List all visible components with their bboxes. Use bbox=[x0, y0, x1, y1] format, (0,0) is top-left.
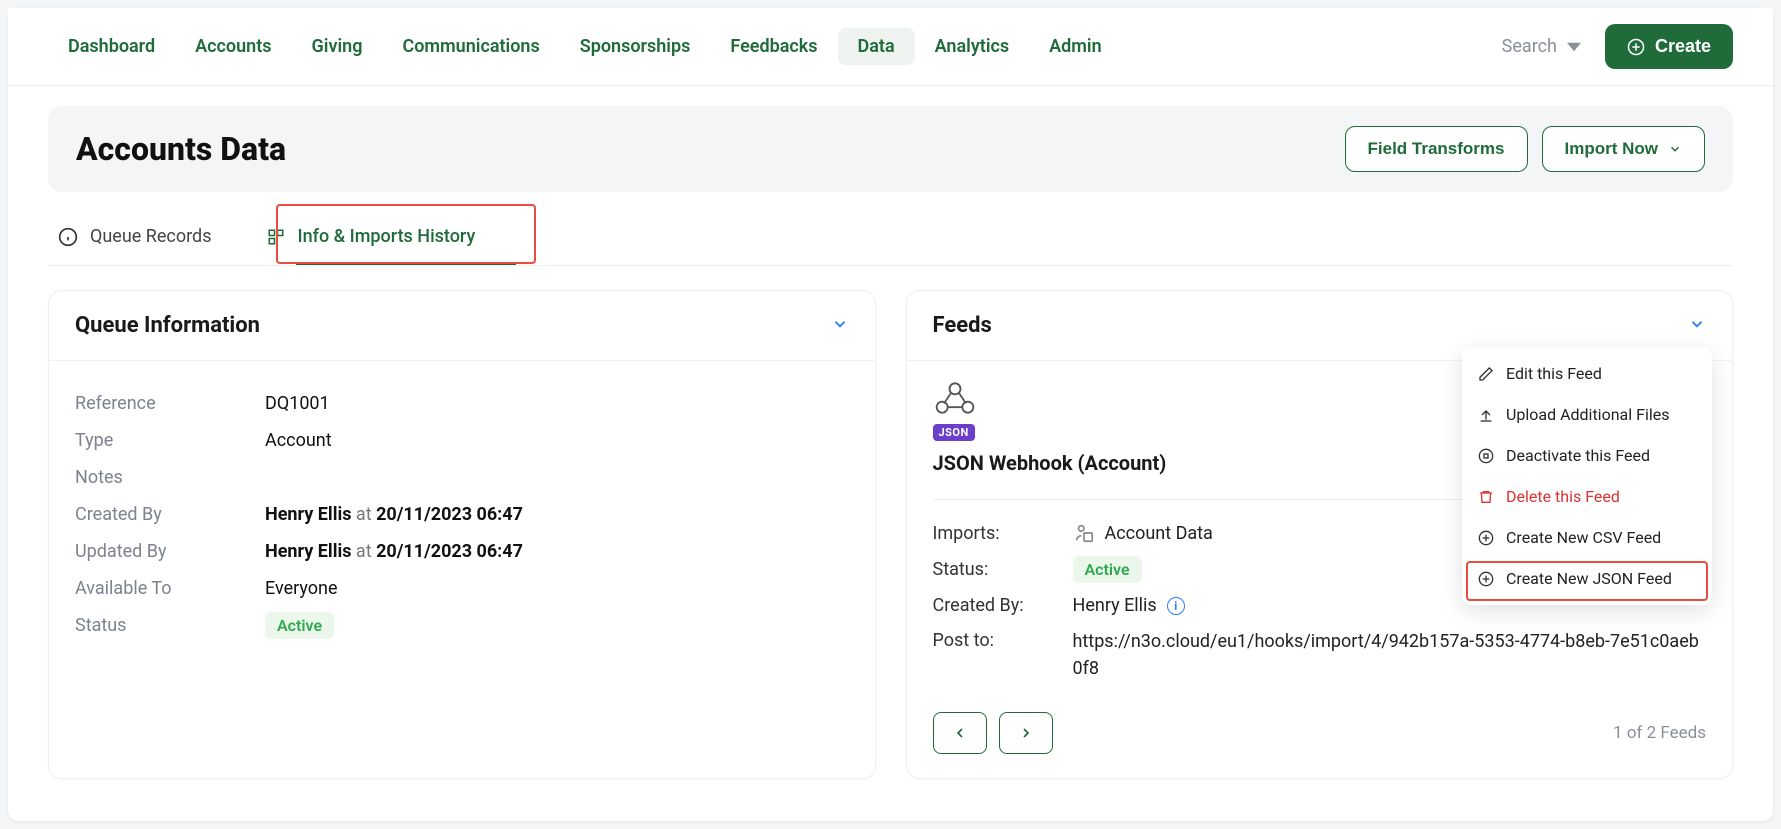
queue-information-card: Queue Information Reference DQ1001 Type … bbox=[48, 290, 876, 779]
updated-by-time: 20/11/2023 06:47 bbox=[376, 541, 523, 562]
dd-create-json[interactable]: Create New JSON Feed bbox=[1462, 558, 1712, 599]
label-type: Type bbox=[75, 430, 265, 451]
tab-queue-records-label: Queue Records bbox=[90, 226, 211, 247]
tab-info-imports[interactable]: Info & Imports History bbox=[257, 216, 493, 265]
upload-icon bbox=[1478, 407, 1494, 423]
status-badge: Active bbox=[265, 612, 334, 639]
feeds-title: Feeds bbox=[933, 313, 992, 338]
page-header: Accounts Data Field Transforms Import No… bbox=[48, 106, 1733, 192]
label-reference: Reference bbox=[75, 393, 265, 414]
created-by-time: 20/11/2023 06:47 bbox=[376, 504, 523, 525]
updated-by-at: at bbox=[351, 541, 376, 562]
created-by-name: Henry Ellis bbox=[265, 504, 351, 525]
chevron-left-icon bbox=[952, 725, 968, 741]
label-post-to: Post to: bbox=[933, 628, 1073, 651]
dd-deactivate-feed[interactable]: Deactivate this Feed bbox=[1462, 435, 1712, 476]
nav-admin[interactable]: Admin bbox=[1029, 28, 1122, 65]
chevron-down-icon bbox=[1668, 142, 1682, 156]
grid-icon bbox=[267, 228, 285, 246]
field-transforms-button[interactable]: Field Transforms bbox=[1345, 126, 1528, 172]
top-nav: Dashboard Accounts Giving Communications… bbox=[8, 8, 1773, 86]
label-feed-created-by: Created By: bbox=[933, 595, 1073, 616]
nav-analytics[interactable]: Analytics bbox=[915, 28, 1030, 65]
field-transforms-label: Field Transforms bbox=[1368, 139, 1505, 159]
json-tag: JSON bbox=[933, 424, 975, 441]
search-label: Search bbox=[1502, 36, 1557, 57]
created-by-at: at bbox=[351, 504, 376, 525]
plus-circle-icon bbox=[1478, 571, 1494, 587]
value-reference: DQ1001 bbox=[265, 393, 330, 414]
trash-icon bbox=[1478, 489, 1494, 505]
dd-upload-files[interactable]: Upload Additional Files bbox=[1462, 394, 1712, 435]
info-tooltip-icon[interactable]: i bbox=[1167, 597, 1185, 615]
create-button[interactable]: Create bbox=[1605, 24, 1733, 69]
pager-prev-button[interactable] bbox=[933, 712, 987, 754]
label-imports: Imports: bbox=[933, 523, 1073, 544]
value-post-to: https://n3o.cloud/eu1/hooks/import/4/942… bbox=[1073, 628, 1707, 682]
tab-queue-records[interactable]: Queue Records bbox=[48, 216, 229, 265]
chevron-right-icon bbox=[1018, 725, 1034, 741]
dd-deactivate-label: Deactivate this Feed bbox=[1506, 446, 1650, 465]
dd-delete-feed[interactable]: Delete this Feed bbox=[1462, 476, 1712, 517]
dd-delete-label: Delete this Feed bbox=[1506, 487, 1620, 506]
pager-status: 1 of 2 Feeds bbox=[1613, 723, 1706, 743]
nav-communications[interactable]: Communications bbox=[382, 28, 559, 65]
pager-next-button[interactable] bbox=[999, 712, 1053, 754]
nav-sponsorships[interactable]: Sponsorships bbox=[560, 28, 711, 65]
dd-edit-feed[interactable]: Edit this Feed bbox=[1462, 353, 1712, 394]
value-imports: Account Data bbox=[1105, 523, 1213, 544]
label-feed-status: Status: bbox=[933, 559, 1073, 580]
dd-create-csv[interactable]: Create New CSV Feed bbox=[1462, 517, 1712, 558]
plus-circle-icon bbox=[1627, 38, 1645, 56]
pencil-icon bbox=[1478, 366, 1494, 382]
label-notes: Notes bbox=[75, 467, 265, 488]
label-created-by: Created By bbox=[75, 504, 265, 525]
person-data-icon bbox=[1073, 522, 1095, 544]
feed-status-badge: Active bbox=[1073, 556, 1142, 583]
chevron-down-icon bbox=[1688, 315, 1706, 333]
value-created-by: Henry Ellis at 20/11/2023 06:47 bbox=[265, 504, 523, 525]
caret-down-icon bbox=[1567, 40, 1581, 54]
nav-accounts[interactable]: Accounts bbox=[175, 28, 291, 65]
page-title: Accounts Data bbox=[76, 130, 286, 168]
dd-create-csv-label: Create New CSV Feed bbox=[1506, 528, 1661, 547]
dd-create-json-label: Create New JSON Feed bbox=[1506, 569, 1672, 588]
nav-data[interactable]: Data bbox=[838, 28, 915, 65]
tab-info-imports-label: Info & Imports History bbox=[297, 226, 475, 247]
label-status: Status bbox=[75, 615, 265, 636]
plus-circle-icon bbox=[1478, 530, 1494, 546]
info-icon bbox=[58, 227, 78, 247]
import-now-label: Import Now bbox=[1565, 139, 1659, 159]
value-updated-by: Henry Ellis at 20/11/2023 06:47 bbox=[265, 541, 523, 562]
nav-feedbacks[interactable]: Feedbacks bbox=[710, 28, 837, 65]
feeds-card: Feeds Edit this Feed Upload Additional F… bbox=[906, 290, 1734, 779]
import-now-button[interactable]: Import Now bbox=[1542, 126, 1706, 172]
value-type: Account bbox=[265, 430, 332, 451]
dd-edit-label: Edit this Feed bbox=[1506, 364, 1602, 383]
value-feed-created-by: Henry Ellis bbox=[1073, 595, 1157, 616]
collapse-toggle[interactable] bbox=[831, 315, 849, 337]
label-available-to: Available To bbox=[75, 578, 265, 599]
search-dropdown[interactable]: Search bbox=[1502, 36, 1581, 57]
create-label: Create bbox=[1655, 36, 1711, 57]
label-updated-by: Updated By bbox=[75, 541, 265, 562]
chevron-down-icon bbox=[831, 315, 849, 333]
updated-by-name: Henry Ellis bbox=[265, 541, 351, 562]
feeds-menu-toggle[interactable] bbox=[1688, 315, 1706, 337]
dd-upload-label: Upload Additional Files bbox=[1506, 405, 1669, 424]
nav-giving[interactable]: Giving bbox=[292, 28, 383, 65]
stop-icon bbox=[1478, 448, 1494, 464]
feeds-dropdown: Edit this Feed Upload Additional Files D… bbox=[1462, 347, 1712, 605]
tabs-row: Queue Records Info & Imports History bbox=[48, 216, 1733, 266]
value-available-to: Everyone bbox=[265, 578, 338, 599]
queue-info-title: Queue Information bbox=[75, 313, 260, 338]
nav-dashboard[interactable]: Dashboard bbox=[48, 28, 175, 65]
